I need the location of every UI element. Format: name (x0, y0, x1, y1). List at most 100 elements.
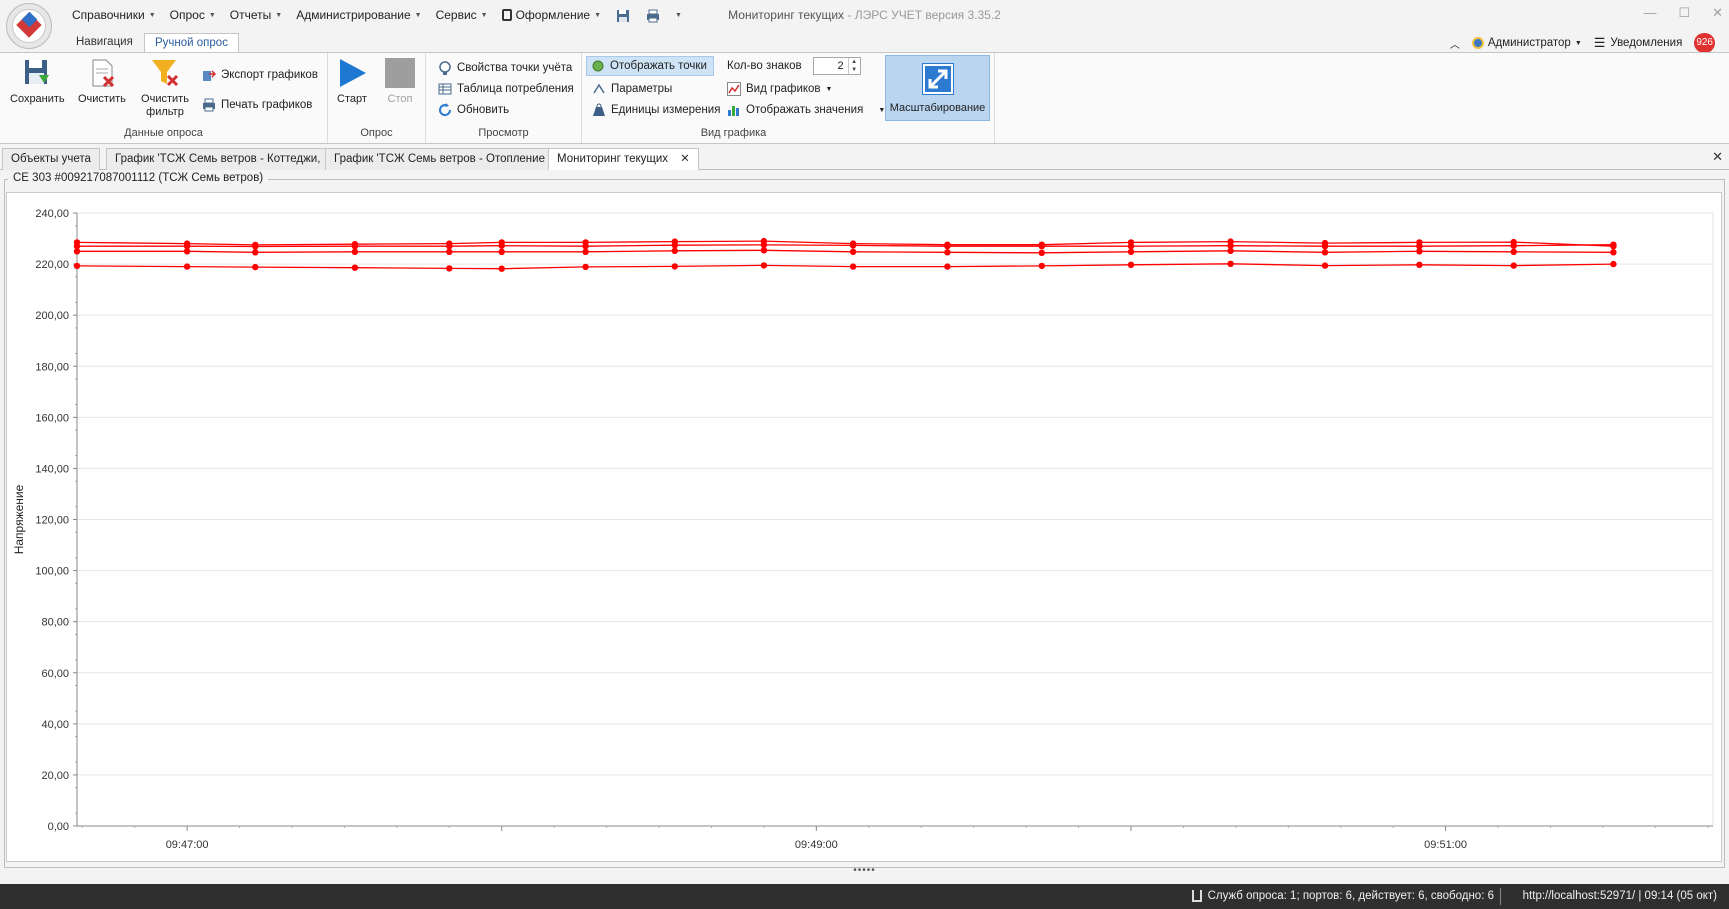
clear-button[interactable]: Очистить (78, 57, 126, 106)
data-point (1510, 262, 1517, 269)
list-icon: ☰ (1593, 35, 1606, 50)
save-button[interactable]: Сохранить (10, 57, 65, 106)
data-point (760, 247, 768, 254)
splitter-handle[interactable]: ••••• (0, 866, 1729, 878)
status-bar: Служб опроса: 1; портов: 6, действует: 6… (0, 884, 1729, 909)
status-separator (1500, 888, 1501, 905)
menu-appearance[interactable]: Оформление ▼ (495, 8, 608, 22)
user-menu[interactable]: Администратор ▼ (1471, 37, 1582, 49)
y-tick-label: 200,00 (35, 310, 69, 322)
doc-tab-cottages[interactable]: График 'ТСЖ Семь ветров - Коттеджи, (106, 148, 330, 170)
group-label-chart-view: Вид графика (700, 127, 767, 139)
tab-navigation[interactable]: Навигация (66, 33, 143, 53)
spin-up-icon[interactable]: ▲ (849, 58, 860, 66)
consumption-table-button[interactable]: Таблица потребления (438, 79, 574, 99)
data-point (1510, 248, 1517, 255)
stop-icon (384, 57, 416, 89)
data-point (1227, 247, 1234, 254)
play-icon (336, 57, 368, 89)
close-all-tabs-icon[interactable]: ✕ (1712, 149, 1723, 165)
doc-tab-heating[interactable]: График 'ТСЖ Семь ветров - Отопление (325, 148, 554, 170)
server-status: http://localhost:52971/ | 09:14 (05 окт) (1522, 890, 1717, 902)
show-points-toggle[interactable]: Отображать точки (586, 56, 714, 76)
refresh-icon (438, 103, 452, 117)
data-point (1416, 261, 1423, 268)
menu-service[interactable]: Сервис ▼ (429, 8, 495, 22)
x-tick-label: 09:49:00 (795, 839, 838, 851)
doc-tab-objects[interactable]: Объекты учета (2, 148, 100, 170)
print-charts-button[interactable]: Печать графиков (202, 95, 312, 115)
clear-filter-button[interactable]: Очистить фильтр (138, 57, 192, 119)
export-charts-button[interactable]: Экспорт графиков (202, 65, 318, 85)
digits-count-field: Кол-во знаков 2 ▲ ▼ (727, 56, 861, 76)
ribbon: Сохранить Очистить Очистить фильтр Экспо… (0, 52, 1729, 144)
point-properties-button[interactable]: Свойства точки учёта (438, 58, 572, 78)
data-point (446, 265, 453, 272)
data-point (73, 262, 81, 270)
data-point (1610, 260, 1617, 268)
y-tick-label: 100,00 (35, 566, 69, 578)
notifications-badge: 926 (1694, 33, 1715, 53)
line-chart-icon (727, 82, 741, 96)
scaling-button[interactable]: Масштабирование (885, 55, 990, 121)
data-point (351, 264, 359, 271)
parameters-button[interactable]: Параметры (592, 79, 672, 99)
start-button[interactable]: Старт (336, 57, 368, 106)
menu-admin[interactable]: Администрирование ▼ (289, 8, 428, 22)
chevron-down-icon: ▼ (275, 11, 283, 19)
print-quick-icon[interactable] (646, 9, 660, 23)
y-tick-label: 120,00 (35, 515, 69, 527)
plug-icon (1191, 890, 1202, 902)
group-view: Свойства точки учёта Таблица потребления… (426, 53, 582, 143)
voltage-chart[interactable]: 0,00 20,00 40,00 60,00 80,00 100,00 120,00 140,… (6, 192, 1722, 882)
data-point (1227, 260, 1234, 267)
data-point (671, 242, 678, 249)
refresh-button[interactable]: Обновить (438, 100, 509, 120)
tab-manual-poll[interactable]: Ручной опрос (144, 33, 239, 53)
doc-tab-monitoring[interactable]: Мониторинг текущих ✕ (548, 148, 699, 170)
show-values-dropdown[interactable]: Отображать значения ▼ (727, 100, 885, 120)
data-point (1127, 248, 1135, 255)
menu-references[interactable]: Справочники ▼ (65, 8, 163, 22)
data-point (1416, 248, 1423, 255)
group-label-view: Просмотр (478, 127, 529, 139)
data-point (944, 263, 951, 270)
main-menu: Справочники ▼ Опрос ▼ Отчеты ▼ Администриро… (65, 8, 689, 23)
data-point (849, 242, 857, 249)
menu-reports[interactable]: Отчеты ▼ (223, 8, 289, 22)
scale-icon (921, 63, 954, 95)
save-quick-icon[interactable] (616, 9, 630, 23)
collapse-ribbon-icon[interactable]: ︿ (1450, 36, 1460, 51)
chart-view-dropdown[interactable]: Вид графиков ▼ (727, 79, 832, 99)
y-axis-label: Напряжение (12, 484, 26, 554)
data-point (498, 265, 505, 272)
save-icon (21, 57, 53, 89)
data-point (671, 247, 678, 254)
data-point (1321, 262, 1329, 269)
chevron-down-icon: ▼ (414, 11, 422, 19)
notifications-button[interactable]: ☰ Уведомления (1594, 35, 1683, 51)
data-point (582, 263, 589, 271)
data-point (1038, 262, 1046, 270)
maximize-icon[interactable]: ☐ (1678, 5, 1690, 21)
chevron-down-icon: ▼ (480, 11, 488, 19)
digits-spinner[interactable]: 2 ▲ ▼ (812, 57, 861, 75)
export-icon (202, 68, 217, 82)
stop-button[interactable]: Стоп (384, 57, 416, 106)
data-point (944, 243, 951, 250)
units-button[interactable]: Единицы измерения (592, 100, 720, 120)
app-logo-icon[interactable] (6, 3, 52, 49)
menu-polling[interactable]: Опрос ▼ (163, 8, 223, 22)
user-icon (1471, 37, 1484, 49)
close-icon[interactable]: ✕ (1712, 5, 1723, 21)
data-point (944, 249, 951, 256)
chevron-down-icon: ▼ (148, 11, 156, 19)
data-point (351, 243, 359, 250)
y-tick-label: 220,00 (35, 259, 69, 271)
quick-access-dropdown[interactable]: ▼ (668, 8, 689, 22)
minimize-icon[interactable]: — (1643, 5, 1656, 21)
polling-services-status: Служб опроса: 1; портов: 6, действует: 6… (1191, 890, 1494, 902)
data-point (1610, 241, 1617, 248)
close-tab-icon[interactable]: ✕ (680, 153, 690, 165)
spin-down-icon[interactable]: ▼ (849, 66, 860, 74)
